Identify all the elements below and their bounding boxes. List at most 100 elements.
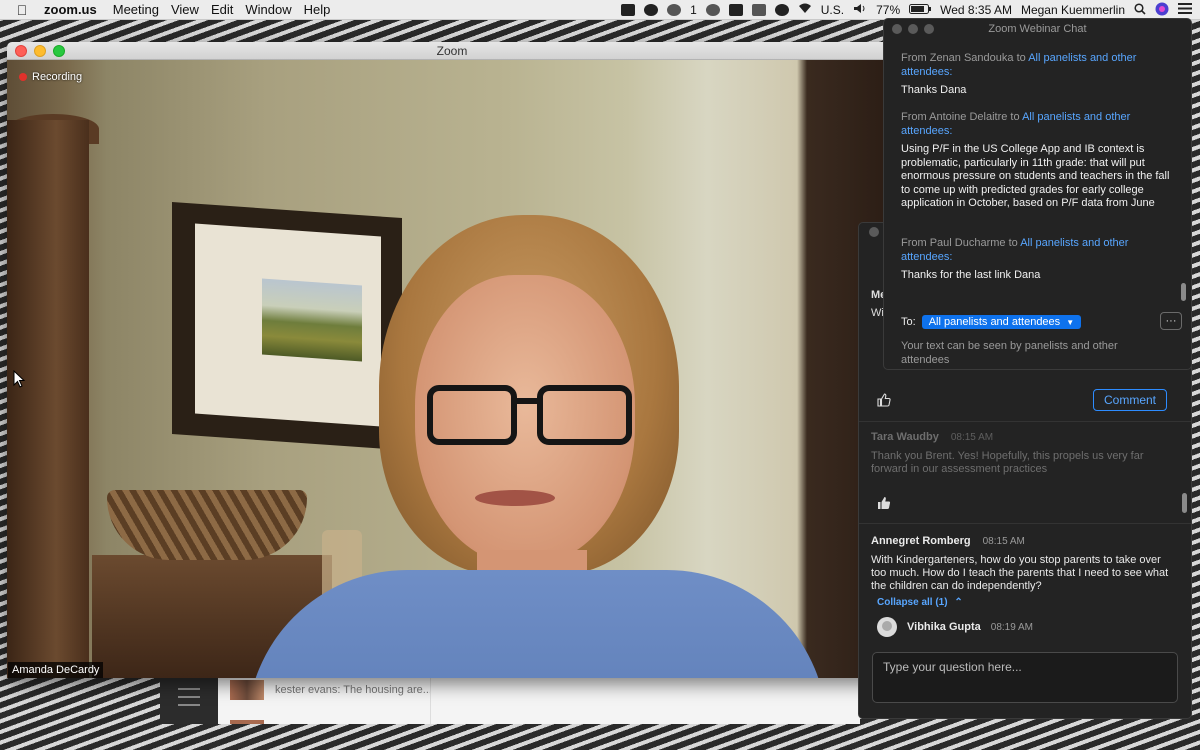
battery-icon[interactable] [909, 3, 932, 17]
minimize-icon[interactable] [908, 24, 918, 34]
bookshelf [7, 120, 89, 678]
blue-shirt [247, 570, 827, 678]
chat-message-from: From Antoine Delaitre to All panelists a… [901, 111, 1171, 138]
video-feed[interactable]: Recording Amanda DeCardy [7, 60, 897, 678]
hamburger-icon[interactable] [178, 688, 200, 712]
status-area: 1 U.S. 77% Wed 8:35 AM Megan Kuemmerlin [621, 0, 1192, 20]
menu-app[interactable]: zoom.us [44, 2, 113, 17]
divider [430, 678, 431, 724]
question-text: With Kindergarteners, how do you stop pa… [871, 554, 1169, 592]
collapse-all-link[interactable]: Collapse all (1) ⌃ [877, 597, 963, 608]
thumbs-up-icon[interactable] [877, 496, 893, 512]
question-item: Tara Waudby 08:15 AM Thank you Brent. Yes… [871, 431, 1171, 476]
maximize-icon[interactable] [53, 45, 65, 57]
question-input[interactable]: Type your question here... [872, 652, 1178, 703]
divider [859, 421, 1191, 422]
thumbnail-image-2 [230, 720, 264, 724]
menu-help[interactable]: Help [304, 2, 343, 17]
apple-icon[interactable]:  [0, 2, 44, 18]
volume-icon[interactable] [853, 3, 867, 17]
reply-time: 08:19 AM [990, 621, 1034, 633]
glasses-right [537, 385, 632, 445]
wechat-icon[interactable] [667, 4, 682, 16]
chat-message-from: From Paul Ducharme to All panelists and … [901, 237, 1171, 264]
qa-scrollbar[interactable] [1182, 493, 1187, 513]
zoom-icon[interactable] [621, 4, 636, 16]
chevron-up-icon: ⌃ [954, 597, 963, 608]
chat-scrollbar[interactable] [1181, 283, 1186, 301]
minimize-icon[interactable] [34, 45, 46, 57]
notification-count: 1 [690, 3, 697, 17]
participant-name-tag: Amanda DeCardy [8, 662, 104, 678]
more-options-button[interactable]: ··· [1160, 312, 1182, 330]
chat-message-body: Thanks Dana [901, 84, 967, 96]
landscape-painting [262, 278, 362, 362]
thumbnail-image [230, 680, 264, 700]
menu-window[interactable]: Window [245, 2, 303, 17]
mouth [475, 490, 555, 506]
mouse-cursor-icon [13, 369, 26, 391]
chat-message: From Paul Ducharme to All panelists and … [901, 237, 1171, 283]
zoom-window: Zoom Recording Amanda DeCardy [7, 42, 897, 678]
basket [107, 490, 307, 560]
shield-icon[interactable] [774, 4, 789, 16]
glasses-left [427, 385, 517, 445]
qa-close-icon[interactable] [869, 227, 879, 237]
maximize-icon[interactable] [924, 24, 934, 34]
chat-sender: From Paul Ducharme to [901, 237, 1021, 249]
siri-icon[interactable] [1155, 2, 1169, 19]
question-author-name: Annegret Romberg [871, 535, 971, 547]
screen-icon[interactable] [728, 4, 743, 16]
airplay-icon[interactable] [751, 4, 766, 16]
thumbs-up-icon[interactable] [877, 393, 893, 409]
question-author-name: Tara Waudby [871, 431, 939, 443]
recipient-dropdown[interactable]: All panelists and attendees ▼ [921, 315, 1082, 329]
avatar [877, 617, 897, 637]
to-label: To: [901, 316, 916, 328]
battery-level[interactable]: 77% [876, 3, 900, 17]
menu-edit[interactable]: Edit [211, 2, 245, 17]
caret-down-icon: ▼ [1066, 318, 1075, 327]
window-title: Zoom [436, 44, 468, 58]
chat-titlebar[interactable]: Zoom Webinar Chat [884, 19, 1191, 39]
qa-partial-text: Wi [871, 307, 884, 319]
question-author: Annegret Romberg 08:15 AM [871, 535, 1171, 547]
wifi-icon[interactable] [798, 3, 812, 17]
menu-icon[interactable] [1178, 3, 1192, 17]
question-text: Thank you Brent. Yes! Hopefully, this pr… [871, 450, 1144, 475]
question-item: Annegret Romberg 08:15 AM With Kindergart… [871, 535, 1171, 593]
background-window: kester evans: The housing are... [160, 678, 860, 724]
clock[interactable]: Wed 8:35 AM [940, 3, 1012, 17]
input-source[interactable]: U.S. [821, 3, 844, 17]
chat-sender: From Zenan Sandouka to [901, 52, 1029, 64]
window-controls [15, 45, 65, 57]
close-icon[interactable] [15, 45, 27, 57]
menu-view[interactable]: View [171, 2, 211, 17]
menu-meeting[interactable]: Meeting [113, 2, 171, 17]
chat-message-body: Using P/F in the US College App and IB c… [901, 143, 1170, 209]
chat-window-controls [892, 24, 934, 34]
question-time: 08:15 AM [982, 536, 1025, 547]
user-name[interactable]: Megan Kuemmerlin [1021, 3, 1125, 17]
menu-bar:  zoom.us Meeting View Edit Window Help … [0, 0, 1200, 20]
question-time: 08:15 AM [950, 432, 994, 443]
recording-indicator[interactable]: Recording [19, 71, 82, 83]
play-icon[interactable] [705, 4, 720, 16]
recipient-value: All panelists and attendees [928, 316, 1061, 328]
reply-item: Vibhika Gupta 08:19 AM [877, 617, 1033, 637]
close-icon[interactable] [892, 24, 902, 34]
chat-message: From Zenan Sandouka to All panelists and… [901, 52, 1171, 98]
chat-message-body: Thanks for the last link Dana [901, 269, 1041, 281]
background-note[interactable]: kester evans: The housing are... [275, 684, 432, 696]
question-author: Tara Waudby 08:15 AM [871, 431, 1171, 443]
comment-button[interactable]: Comment [1093, 389, 1167, 411]
chat-visibility-notice: Your text can be seen by panelists and o… [901, 340, 1118, 366]
recording-label: Recording [32, 71, 83, 83]
chat-recipient-row: To: All panelists and attendees ▼ [901, 315, 1082, 329]
zoom-titlebar[interactable]: Zoom [7, 42, 897, 60]
search-icon[interactable] [1134, 2, 1146, 18]
skype-icon[interactable] [644, 4, 659, 16]
divider [859, 523, 1191, 524]
reply-author: Vibhika Gupta [907, 621, 981, 633]
chat-message: From Antoine Delaitre to All panelists a… [901, 111, 1171, 211]
